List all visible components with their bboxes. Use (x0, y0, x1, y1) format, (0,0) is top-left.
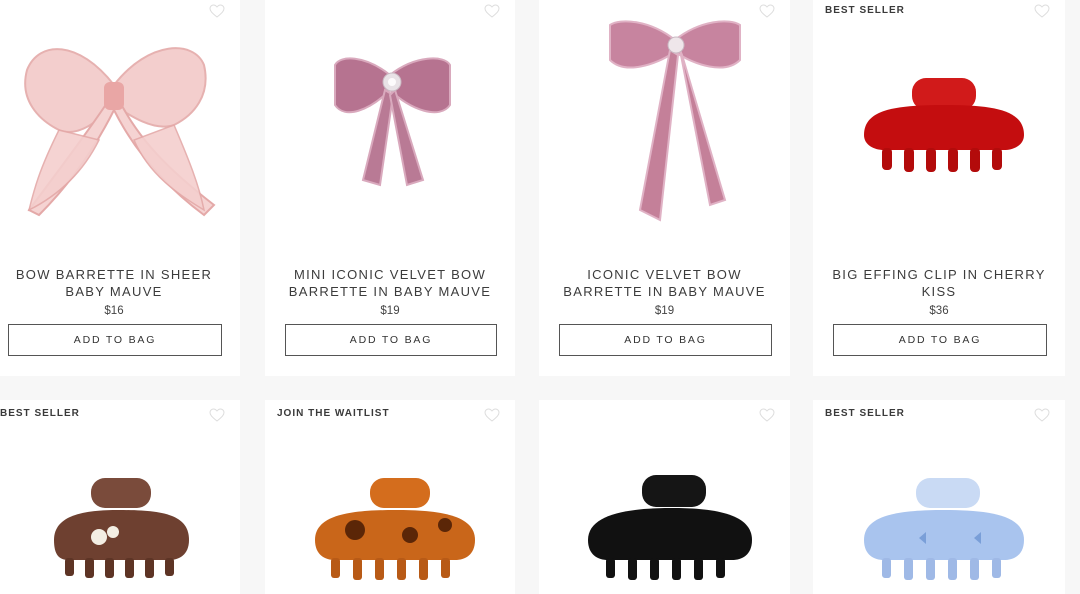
product-grid: BOW BARRETTE IN SHEER BABY MAUVE $16 ADD … (0, 0, 1080, 594)
product-name[interactable]: BIG EFFING CLIP IN CHERRY KISS (823, 266, 1055, 300)
product-image[interactable] (265, 10, 515, 235)
product-price: $19 (654, 305, 675, 317)
add-to-bag-button[interactable]: ADD TO BAG (8, 324, 222, 356)
heart-icon[interactable] (1034, 408, 1050, 422)
product-card-brown-floral-clip[interactable]: BEST SELLER (0, 400, 240, 594)
product-name[interactable]: ICONIC VELVET BOW BARRETTE IN BABY MAUVE (549, 266, 780, 300)
product-image[interactable] (539, 10, 790, 235)
heart-icon[interactable] (484, 408, 500, 422)
product-card-bow-barrette-sheer[interactable]: BOW BARRETTE IN SHEER BABY MAUVE $16 ADD … (0, 0, 240, 376)
product-name[interactable]: MINI ICONIC VELVET BOW BARRETTE IN BABY M… (275, 266, 505, 300)
add-to-bag-button[interactable]: ADD TO BAG (833, 324, 1047, 356)
product-image[interactable] (265, 460, 515, 594)
product-name[interactable]: BOW BARRETTE IN SHEER BABY MAUVE (0, 266, 230, 300)
join-waitlist-badge: JOIN THE WAITLIST (277, 408, 390, 419)
product-card-mini-iconic-velvet-bow[interactable]: MINI ICONIC VELVET BOW BARRETTE IN BABY M… (265, 0, 515, 376)
add-to-bag-button[interactable]: ADD TO BAG (285, 324, 497, 356)
product-card-black-clip[interactable] (539, 400, 790, 594)
product-image[interactable] (813, 10, 1065, 235)
best-seller-badge: BEST SELLER (0, 408, 80, 419)
heart-icon[interactable] (209, 408, 225, 422)
best-seller-badge: BEST SELLER (825, 408, 905, 419)
product-price: $19 (380, 305, 400, 317)
product-card-iconic-velvet-bow[interactable]: ICONIC VELVET BOW BARRETTE IN BABY MAUVE … (539, 0, 790, 376)
product-image[interactable] (813, 460, 1065, 594)
product-image[interactable] (539, 460, 790, 594)
product-image[interactable] (0, 460, 240, 594)
product-card-big-effing-clip-cherry-kiss[interactable]: BEST SELLER BIG EFFING CLIP IN CHERRY KIS… (813, 0, 1065, 376)
product-image[interactable] (0, 10, 240, 235)
product-price: $36 (929, 305, 949, 317)
add-to-bag-button[interactable]: ADD TO BAG (559, 324, 772, 356)
product-card-tortoise-clip[interactable]: JOIN THE WAITLIST (265, 400, 515, 594)
heart-icon[interactable] (759, 408, 775, 422)
product-price: $16 (104, 305, 124, 317)
product-card-light-blue-clip[interactable]: BEST SELLER (813, 400, 1065, 594)
